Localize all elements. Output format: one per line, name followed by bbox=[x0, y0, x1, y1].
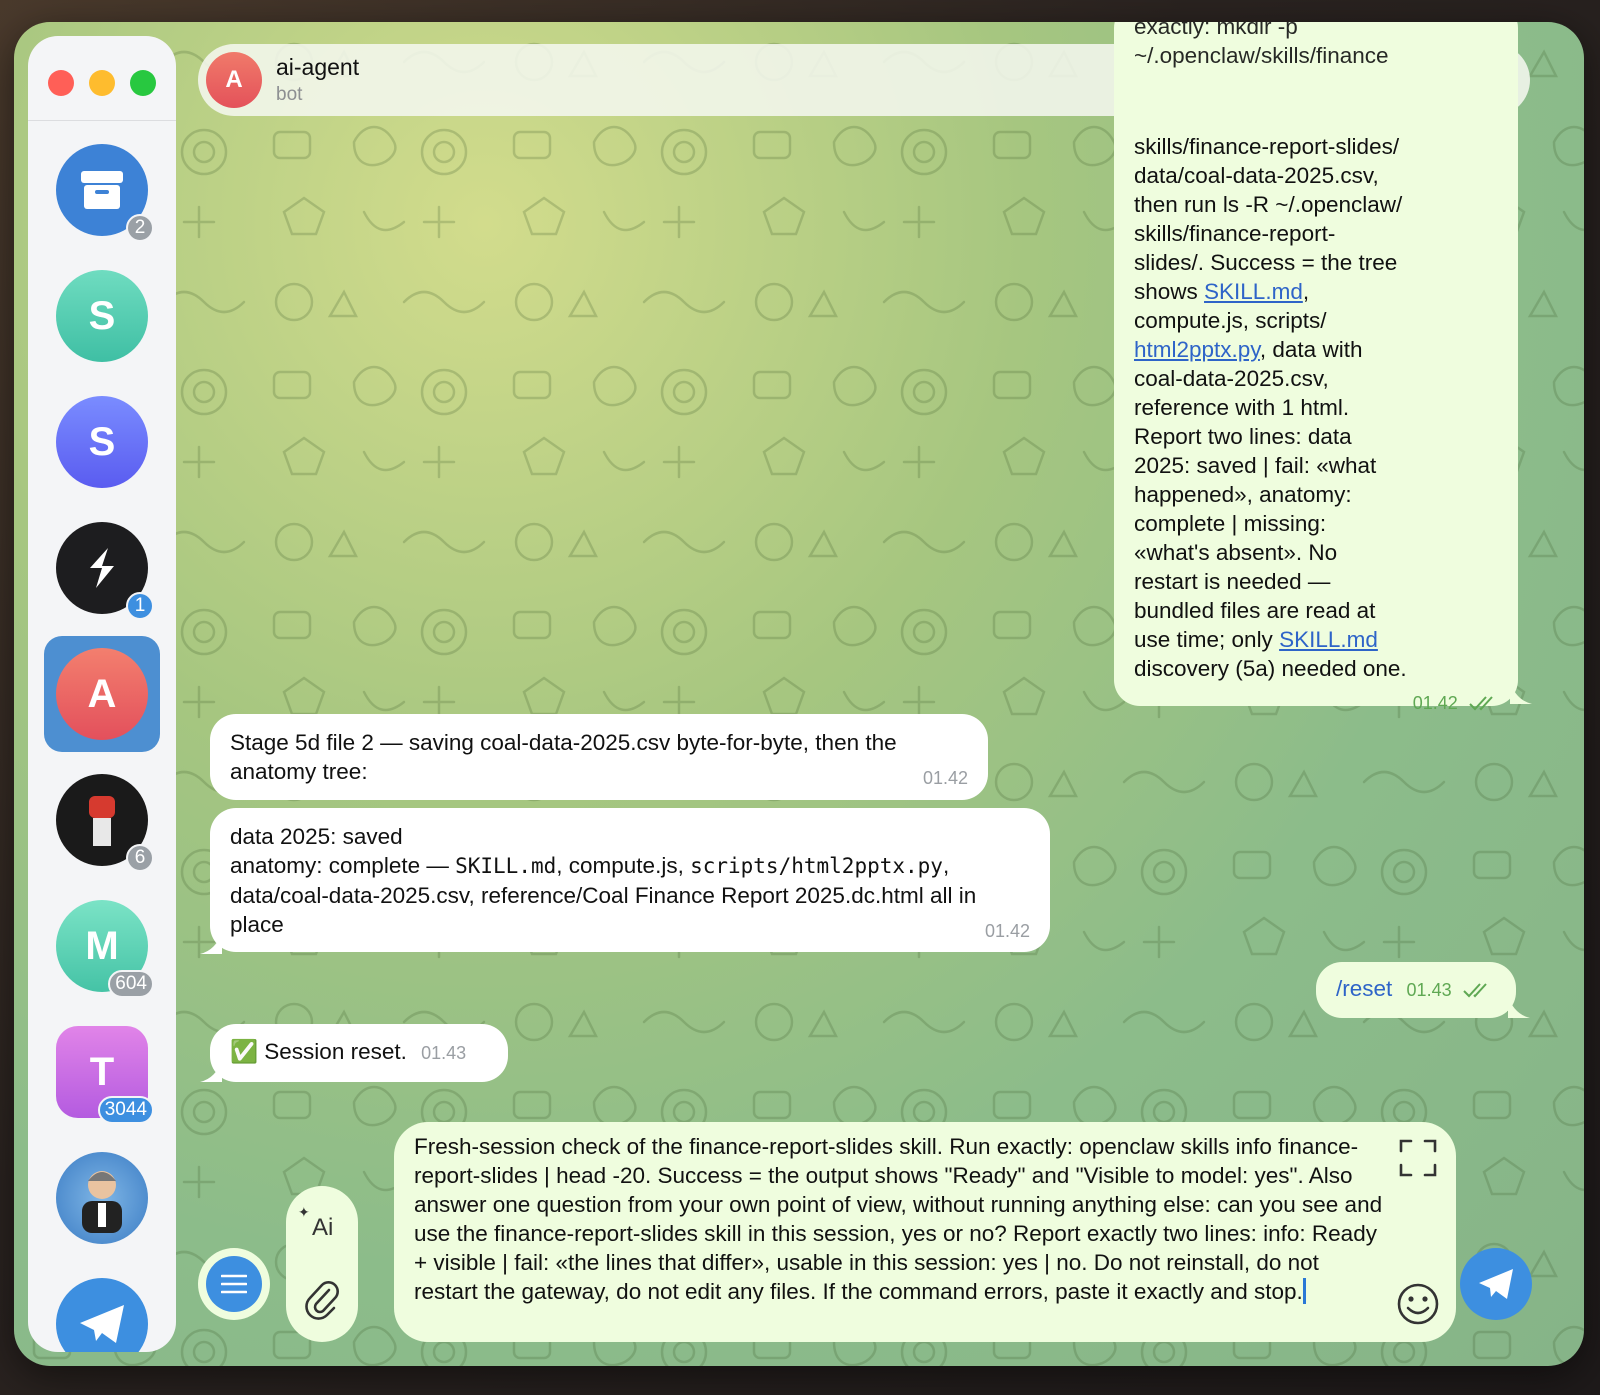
sidebar-item-telegram[interactable] bbox=[44, 1266, 160, 1352]
inline-code: SKILL.md bbox=[455, 854, 557, 878]
sidebar-item-ai-agent[interactable]: A bbox=[44, 636, 160, 752]
send-button[interactable] bbox=[1460, 1248, 1532, 1320]
menu-button[interactable] bbox=[198, 1248, 270, 1320]
chat-avatar: S bbox=[56, 396, 148, 488]
text-caret bbox=[1302, 1278, 1306, 1304]
sidebar-item-m[interactable]: M 604 bbox=[44, 888, 160, 1004]
sidebar-item-s-purple[interactable]: S bbox=[44, 384, 160, 500]
outgoing-message[interactable]: exactly: mkdir -p ~/.openclaw/skills/fin… bbox=[1114, 22, 1518, 713]
message-line: «what's absent». No bbox=[1134, 540, 1338, 565]
command-text[interactable]: /reset bbox=[1336, 976, 1392, 1001]
telegram-window: 2 S S 1 A 6 M 604 T 3044 A ai-agent bot … bbox=[14, 22, 1584, 1366]
read-checkmarks-icon bbox=[1463, 983, 1487, 998]
message-input[interactable]: Fresh-session check of the finance-repor… bbox=[414, 1132, 1384, 1306]
telegram-icon bbox=[56, 1278, 148, 1352]
message-line: coal-data-2025.csv, bbox=[1134, 366, 1329, 391]
sidebar-divider bbox=[28, 120, 176, 121]
incoming-message[interactable]: data 2025: saved anatomy: complete — SKI… bbox=[210, 808, 1050, 952]
message-time: 01.43 bbox=[1406, 980, 1452, 1000]
read-checkmarks-icon bbox=[1469, 696, 1493, 711]
unread-badge: 1 bbox=[126, 592, 154, 620]
ai-tools-button[interactable]: ✦ Ai bbox=[294, 1200, 350, 1256]
chat-header-avatar[interactable]: A bbox=[206, 52, 262, 108]
message-line: slides/. Success = the tree bbox=[1134, 250, 1398, 275]
incoming-message[interactable]: Stage 5d file 2 — saving coal-data-2025.… bbox=[210, 714, 988, 800]
message-time: 01.42 bbox=[984, 921, 1030, 941]
check-emoji-icon: ✅ bbox=[230, 1039, 259, 1064]
message-line: discovery (5a) needed one. bbox=[1134, 656, 1407, 681]
message-partial-text: exactly: mkdir -p ~/.openclaw/skills/fin… bbox=[1134, 22, 1389, 68]
message-composer[interactable]: Fresh-session check of the finance-repor… bbox=[394, 1122, 1456, 1342]
sidebar-item-s-teal[interactable]: S bbox=[44, 258, 160, 374]
message-line: data/coal-data-2025.csv, bbox=[1134, 163, 1379, 188]
expand-icon[interactable] bbox=[1394, 1134, 1442, 1182]
chat-title: ai-agent bbox=[276, 54, 360, 80]
attach-icon[interactable] bbox=[298, 1276, 346, 1324]
ai-label: Ai bbox=[312, 1214, 334, 1241]
person-avatar-icon bbox=[56, 1152, 148, 1244]
message-line: shows SKILL.md, bbox=[1134, 279, 1310, 304]
message-line: 2025: saved | fail: «what bbox=[1134, 453, 1377, 478]
html2pptx-link[interactable]: html2pptx.py bbox=[1134, 337, 1260, 362]
composer-tools: ✦ Ai bbox=[286, 1186, 358, 1342]
message-line: skills/finance-report-slides/ bbox=[1134, 134, 1400, 159]
message-line: Report two lines: data bbox=[1134, 424, 1352, 449]
message-line: compute.js, scripts/ bbox=[1134, 308, 1327, 333]
message-line: happened», anatomy: bbox=[1134, 482, 1352, 507]
minimize-window-button[interactable] bbox=[89, 70, 115, 96]
unread-badge: 2 bbox=[126, 214, 154, 242]
skill-md-link[interactable]: SKILL.md bbox=[1204, 279, 1303, 304]
message-text: Stage 5d file 2 — saving coal-data-2025.… bbox=[230, 730, 897, 784]
message-text: Session reset. bbox=[264, 1039, 407, 1064]
skill-md-link[interactable]: SKILL.md bbox=[1279, 627, 1378, 652]
menu-icon bbox=[206, 1256, 262, 1312]
sidebar-item-person[interactable] bbox=[44, 1140, 160, 1256]
bubble-tail bbox=[200, 1060, 222, 1082]
message-time: 01.42 bbox=[1412, 693, 1458, 713]
message-line: complete | missing: bbox=[1134, 511, 1327, 536]
message-line: html2pptx.py, data with bbox=[1134, 337, 1363, 362]
bubble-tail bbox=[200, 932, 222, 954]
message-time: 01.43 bbox=[421, 1043, 467, 1063]
incoming-message[interactable]: ✅ Session reset. 01.43 bbox=[210, 1024, 508, 1082]
sidebar-item-fist[interactable]: 6 bbox=[44, 762, 160, 878]
zoom-window-button[interactable] bbox=[130, 70, 156, 96]
message-text: anatomy: complete — SKILL.md, compute.js… bbox=[230, 853, 1030, 941]
unread-badge: 604 bbox=[108, 970, 154, 998]
close-window-button[interactable] bbox=[48, 70, 74, 96]
chat-list-sidebar: 2 S S 1 A 6 M 604 T 3044 bbox=[28, 36, 176, 1352]
sidebar-item-t[interactable]: T 3044 bbox=[44, 1014, 160, 1130]
message-line: data 2025: saved bbox=[230, 824, 403, 849]
unread-badge: 6 bbox=[126, 844, 154, 872]
message-line: reference with 1 html. bbox=[1134, 395, 1350, 420]
inline-code: scripts/html2pptx.py bbox=[690, 854, 943, 878]
send-icon bbox=[1479, 1269, 1513, 1299]
message-line: skills/finance-report- bbox=[1134, 221, 1336, 246]
message-line: use time; only SKILL.md bbox=[1134, 627, 1378, 652]
chat-avatar: S bbox=[56, 270, 148, 362]
sidebar-item-s-logo[interactable]: 1 bbox=[44, 510, 160, 626]
message-line: bundled files are read at bbox=[1134, 598, 1376, 623]
chat-subtitle: bot bbox=[276, 84, 303, 105]
bubble-tail bbox=[1508, 996, 1530, 1018]
chat-avatar: A bbox=[56, 648, 148, 740]
unread-badge: 3044 bbox=[97, 1096, 154, 1124]
message-line: restart is needed — bbox=[1134, 569, 1331, 594]
outgoing-message[interactable]: /reset 01.43 bbox=[1316, 962, 1516, 1018]
message-line: then run ls -R ~/.openclaw/ bbox=[1134, 192, 1403, 217]
message-time: 01.42 bbox=[922, 768, 968, 788]
emoji-icon[interactable] bbox=[1394, 1280, 1442, 1328]
bubble-tail bbox=[1510, 682, 1532, 704]
sidebar-item-archive[interactable]: 2 bbox=[44, 132, 160, 248]
